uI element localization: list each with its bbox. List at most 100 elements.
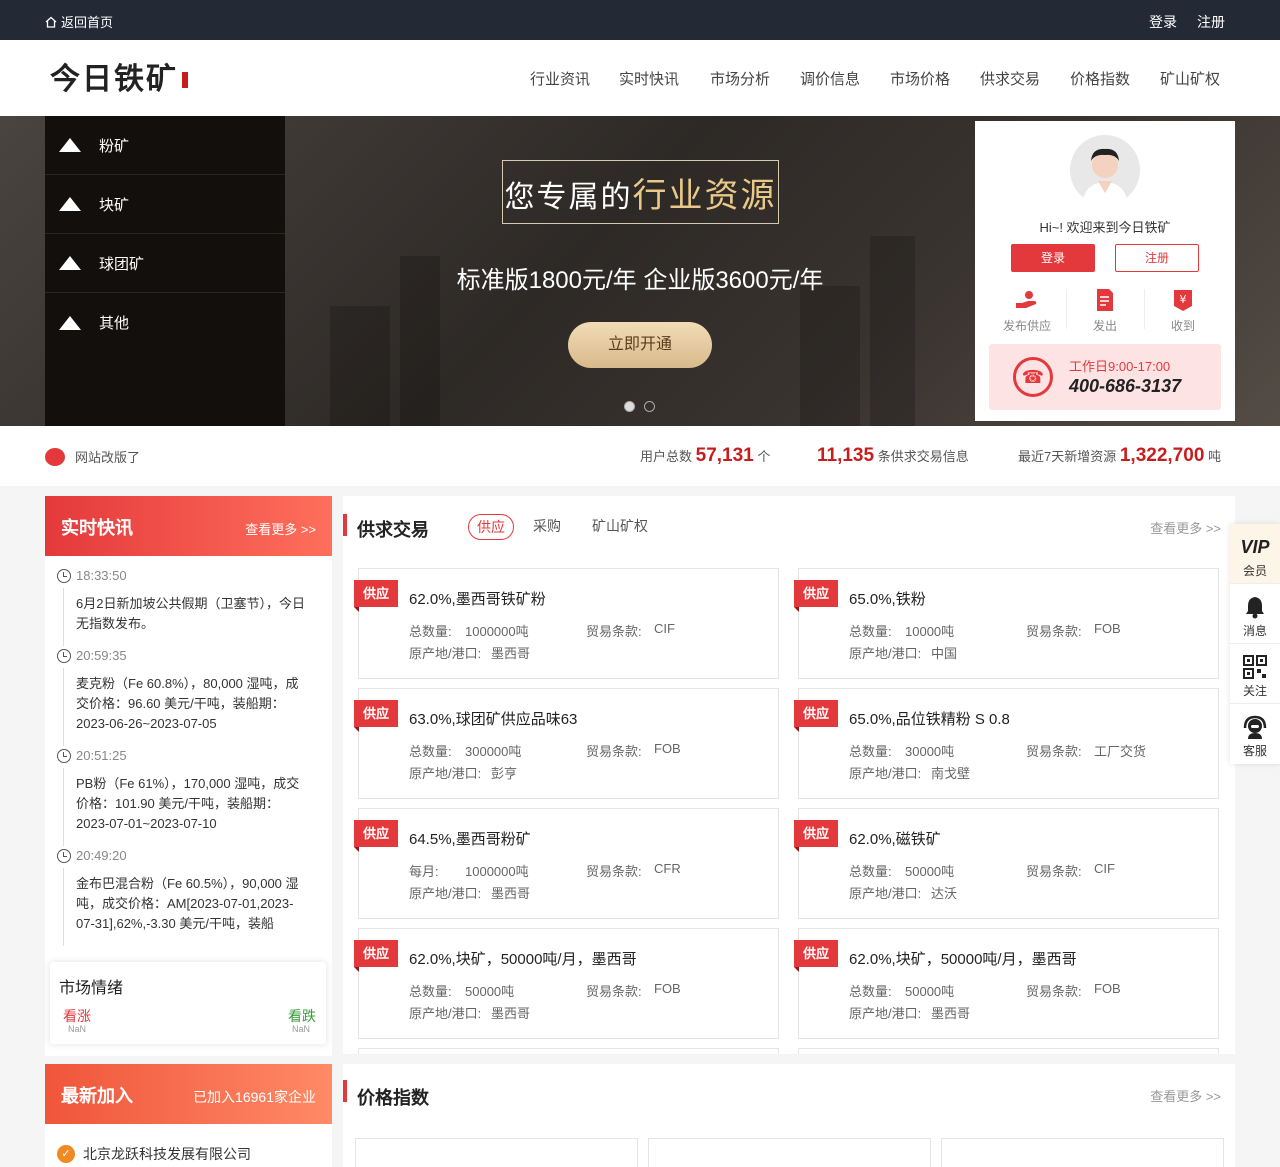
top-register-link[interactable]: 注册	[1197, 12, 1225, 32]
flash-text: 金布巴混合粉（Fe 60.5%），90,000 湿吨，成交价格：AM[2023-…	[76, 876, 299, 931]
flash-item[interactable]: 20:49:20 金布巴混合粉（Fe 60.5%），90,000 湿吨，成交价格：…	[45, 846, 332, 946]
qty-label: 总数量:	[409, 624, 452, 639]
trade-card[interactable]: 供应 62.0%,磁铁矿 总数量: 50000吨 贸易条款: CIF 原产地/港口: 达沃	[794, 808, 1219, 919]
qty-value: 50000吨	[905, 984, 955, 999]
flash-more-link[interactable]: 查看更多 >>	[245, 519, 316, 538]
flash-item[interactable]: 20:51:25 PB粉（Fe 61%），170,000 湿吨，成交价格：101.…	[45, 746, 332, 846]
mountain-icon	[59, 315, 81, 330]
sidebar-support[interactable]: 客服	[1230, 704, 1280, 764]
origin-label: 原产地/港口:	[849, 766, 922, 781]
panel-login-button[interactable]: 登录	[1011, 244, 1095, 272]
nav-item[interactable]: 价格指数	[1070, 68, 1130, 89]
tab-supply[interactable]: 供应	[468, 514, 514, 540]
category-item[interactable]: 其他	[45, 293, 285, 352]
qty-label: 总数量:	[409, 984, 452, 999]
category-menu: 粉矿 块矿 球团矿 其他	[45, 116, 285, 426]
received-action[interactable]: ¥ 收到	[1143, 287, 1223, 334]
trade-card[interactable]: 供应 62.0%,墨西哥铁矿粉 总数量: 1000000吨 贸易条款: CIF 原产地/港口…	[354, 568, 779, 679]
panel-register-button[interactable]: 注册	[1115, 244, 1199, 272]
nav-item[interactable]: 行业资讯	[530, 68, 590, 89]
trade-card-partial[interactable]	[358, 1048, 779, 1054]
trade-card[interactable]: 供应 65.0%,铁粉 总数量: 10000吨 贸易条款: FOB 原产地/港口: 中国	[794, 568, 1219, 679]
promo-title: 您专属的行业资源	[502, 168, 779, 217]
trade-card[interactable]: 供应 64.5%,墨西哥粉矿 每月: 1000000吨 贸易条款: CFR 原产地/港口: 墨…	[354, 808, 779, 919]
sidebar-messages[interactable]: 消息	[1230, 584, 1280, 644]
open-now-button[interactable]: 立即开通	[568, 322, 712, 368]
trade-title: 供求交易	[357, 520, 429, 540]
origin-label: 原产地/港口:	[409, 1006, 482, 1021]
company-name: 北京龙跃科技发展有限公司	[83, 1146, 251, 1162]
flash-time: 20:59:35	[76, 648, 127, 663]
origin-label: 原产地/港口:	[409, 886, 482, 901]
users-label: 用户总数	[640, 449, 693, 464]
flash-item[interactable]: 18:33:50 6月2日新加坡公共假期（卫塞节），今日无指数发布。	[45, 556, 332, 646]
clock-icon	[57, 649, 71, 663]
nav-item[interactable]: 矿山矿权	[1160, 68, 1220, 89]
site-logo[interactable]: 今日铁矿	[48, 52, 188, 97]
terms-label: 贸易条款:	[1026, 624, 1082, 639]
origin-value: 墨西哥	[491, 886, 531, 901]
supply-tag: 供应	[794, 700, 838, 732]
flash-item[interactable]: 20:59:35 麦克粉（Fe 60.8%），80,000 湿吨，成交价格：96.…	[45, 646, 332, 746]
sidebar-vip[interactable]: VIP 会员	[1230, 524, 1280, 584]
promo-title-a: 您专属的	[504, 180, 633, 215]
action-label: 收到	[1170, 319, 1195, 333]
trade-more-link[interactable]: 查看更多 >>	[1150, 518, 1221, 537]
trade-card[interactable]: 供应 62.0%,块矿，50000吨/月，墨西哥 总数量: 50000吨 贸易条款: FO…	[354, 928, 779, 1039]
nav-item[interactable]: 供求交易	[980, 68, 1040, 89]
category-item[interactable]: 块矿	[45, 175, 285, 234]
nav-item[interactable]: 实时快讯	[619, 68, 679, 89]
qty-label: 每月:	[409, 864, 439, 879]
bullish-button[interactable]: 看涨	[63, 1006, 91, 1026]
trade-card-partial[interactable]	[798, 1048, 1219, 1054]
nav-item[interactable]: 市场价格	[890, 68, 950, 89]
trade-panel: 供求交易 供应 采购 矿山矿权 查看更多 >> 供应 62.0%,墨西哥铁矿粉 总数…	[343, 496, 1235, 1054]
category-item[interactable]: 粉矿	[45, 116, 285, 175]
notice-text: 网站改版了	[75, 450, 141, 465]
service-phone[interactable]: 400-686-3137	[1069, 376, 1181, 397]
company-item[interactable]: ✓ 北京龙跃科技发展有限公司	[57, 1144, 251, 1164]
tab-mining-rights[interactable]: 矿山矿权	[592, 514, 648, 540]
trades-label: 条供求交易信息	[877, 449, 969, 464]
origin-value: 墨西哥	[491, 1006, 531, 1021]
supply-tag: 供应	[794, 940, 838, 972]
trade-card[interactable]: 供应 62.0%,块矿，50000吨/月，墨西哥 总数量: 50000吨 贸易条款: FO…	[794, 928, 1219, 1039]
mood-title: 市场情绪	[59, 980, 124, 997]
clock-icon	[57, 569, 71, 583]
card-title: 65.0%,铁粉	[849, 591, 926, 608]
terms-label: 贸易条款:	[1026, 864, 1082, 879]
trade-card[interactable]: 供应 65.0%,品位铁精粉 S 0.8 总数量: 30000吨 贸易条款: 工厂交货 原产…	[794, 688, 1219, 799]
origin-label: 原产地/港口:	[849, 886, 922, 901]
index-card[interactable]	[648, 1138, 931, 1167]
category-item[interactable]: 球团矿	[45, 234, 285, 293]
publish-supply-action[interactable]: 发布供应	[987, 287, 1067, 334]
supply-tag: 供应	[354, 940, 398, 972]
phone-icon: ☎	[1013, 357, 1053, 397]
sidebar-follow[interactable]: 关注	[1230, 644, 1280, 704]
action-label: 发出	[1092, 319, 1117, 333]
carousel-dot[interactable]	[644, 401, 655, 412]
timeline-line	[63, 668, 64, 746]
index-card[interactable]	[355, 1138, 638, 1167]
tab-purchase[interactable]: 采购	[533, 514, 561, 540]
qty-value: 10000吨	[905, 624, 955, 639]
sent-action[interactable]: 发出	[1065, 287, 1145, 334]
carousel-dot-active[interactable]	[624, 401, 635, 412]
index-more-link[interactable]: 查看更多 >>	[1150, 1086, 1221, 1105]
nav-item[interactable]: 市场分析	[710, 68, 770, 89]
index-card[interactable]	[941, 1138, 1224, 1167]
terms-label: 贸易条款:	[586, 864, 642, 879]
site-notice[interactable]: 网站改版了	[45, 447, 140, 466]
hotline-box: ☎ 工作日9:00-17:00 400-686-3137	[989, 344, 1221, 410]
float-sidebar: VIP 会员 消息 关注 客服	[1230, 524, 1280, 764]
origin-value: 南戈壁	[931, 766, 971, 781]
home-link[interactable]: 返回首页	[45, 12, 113, 31]
trade-card[interactable]: 供应 63.0%,球团矿供应品味63 总数量: 300000吨 贸易条款: FOB 原产地/…	[354, 688, 779, 799]
nav-item[interactable]: 调价信息	[800, 68, 860, 89]
recent-unit: 吨	[1208, 449, 1222, 464]
bearish-button[interactable]: 看跌	[288, 1006, 316, 1026]
terms-label: 贸易条款:	[586, 984, 642, 999]
sidebar-label: 关注	[1242, 684, 1267, 698]
origin-value: 达沃	[931, 886, 958, 901]
top-login-link[interactable]: 登录	[1149, 12, 1177, 32]
